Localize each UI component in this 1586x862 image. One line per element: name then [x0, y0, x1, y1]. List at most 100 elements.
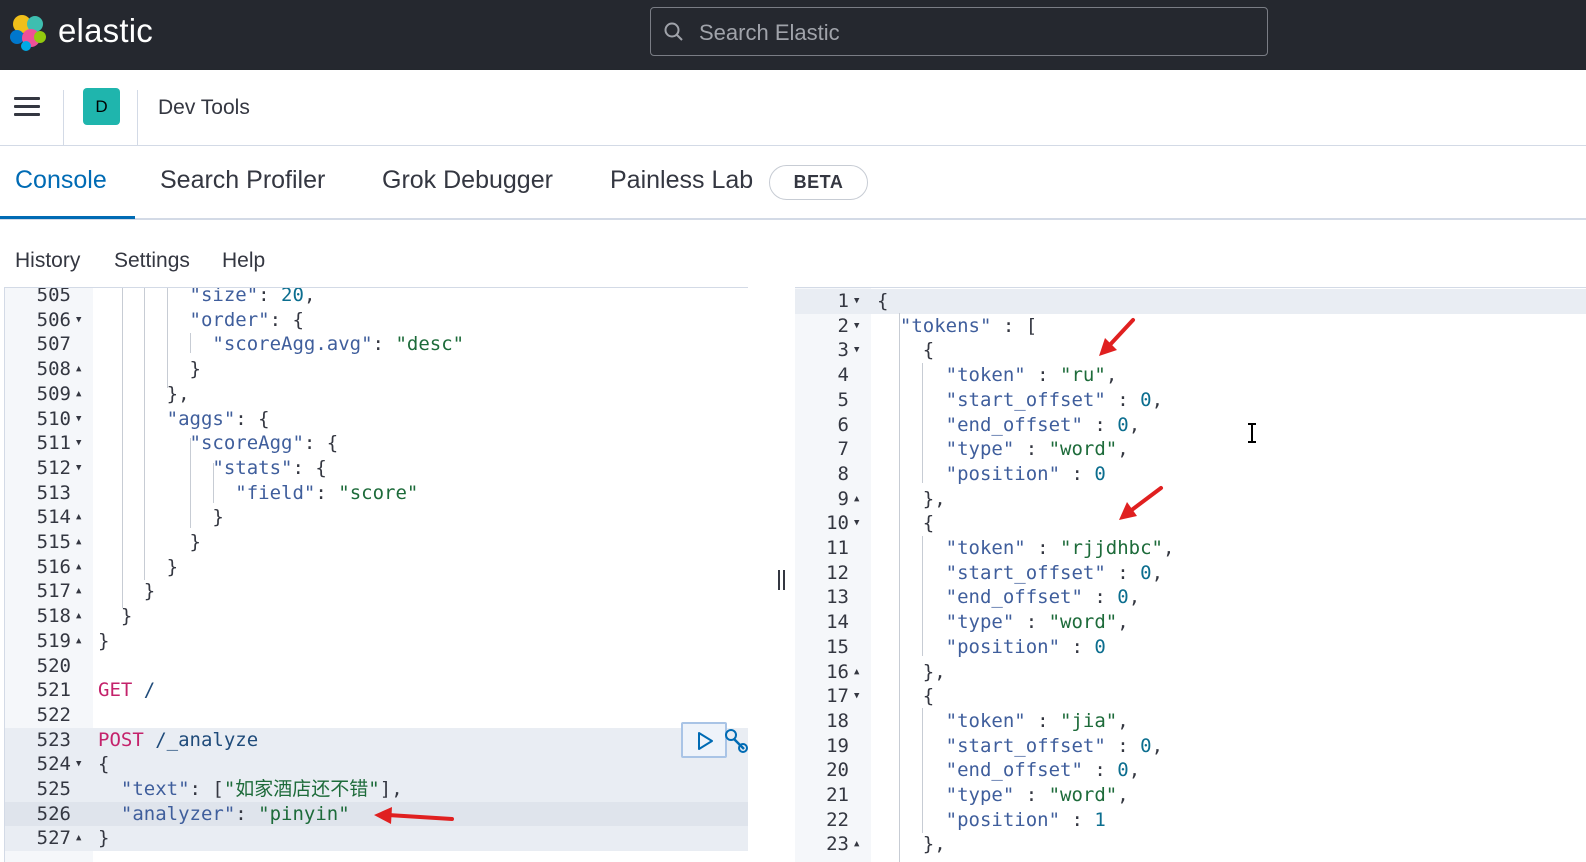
history-link[interactable]: History	[15, 249, 80, 273]
code-text: }	[98, 506, 224, 529]
line-number: 22	[826, 808, 849, 831]
indent-guide	[213, 463, 214, 503]
code-line: 521 GET /	[5, 678, 748, 703]
header-divider	[137, 90, 138, 146]
line-number: 516	[36, 555, 71, 578]
code-line: 514 ▲ }	[5, 505, 748, 530]
send-request-button[interactable]	[681, 722, 727, 758]
line-number: 514	[36, 506, 71, 529]
line-number: 9	[837, 487, 849, 510]
menu-hamburger-icon[interactable]	[14, 97, 40, 117]
code-text: },	[877, 833, 946, 856]
code-text: },	[877, 660, 946, 683]
code-line: 16 ▲ },	[795, 660, 1586, 685]
code-text: }	[98, 580, 156, 603]
fold-toggle-icon[interactable]: ▲	[76, 382, 81, 407]
code-line: 509 ▲ },	[5, 382, 748, 407]
code-text: "end_offset" : 0,	[945, 586, 1141, 609]
tab-painless-lab[interactable]: Painless Lab	[610, 166, 753, 195]
search-placeholder: Search Elastic	[699, 20, 840, 45]
fold-toggle-icon[interactable]: ▲	[76, 357, 81, 382]
code-line: 13 "end_offset" : 0,	[795, 585, 1586, 610]
fold-toggle-icon[interactable]: ▼	[854, 289, 859, 314]
play-icon	[698, 732, 713, 750]
tab-grok-debugger[interactable]: Grok Debugger	[382, 166, 553, 195]
line-number: 5	[837, 388, 849, 411]
indent-guide	[922, 536, 923, 656]
pane-resize-handle[interactable]	[777, 570, 787, 590]
line-number: 14	[826, 611, 849, 634]
code-line: 523 POST /_analyze	[5, 727, 748, 753]
fold-toggle-icon[interactable]: ▲	[76, 604, 81, 629]
code-line: 17 ▼ {	[795, 684, 1586, 709]
line-number: 13	[826, 586, 849, 609]
code-text: "analyzer": "pinyin"	[120, 802, 350, 825]
code-text: "start_offset" : 0,	[945, 388, 1164, 411]
fold-toggle-icon[interactable]: ▼	[76, 407, 81, 432]
line-number: 21	[826, 784, 849, 806]
global-search-input[interactable]: Search Elastic	[650, 7, 1268, 56]
request-editor[interactable]: 505 "size": 20, 506 ▼ "order": {507 "score…	[4, 287, 748, 862]
fold-toggle-icon[interactable]: ▲	[76, 555, 81, 580]
fold-toggle-icon[interactable]: ▼	[854, 338, 859, 363]
code-line: 511 ▼ "scoreAgg": {	[5, 431, 748, 456]
line-number: 515	[36, 531, 71, 553]
line-number: 15	[826, 635, 849, 658]
fold-toggle-icon[interactable]: ▲	[76, 826, 81, 851]
brand-name[interactable]: elastic	[58, 12, 153, 50]
fold-toggle-icon[interactable]: ▲	[854, 832, 859, 857]
code-line: 22 "position" : 1	[795, 808, 1586, 833]
fold-toggle-icon[interactable]: ▲	[76, 629, 81, 654]
fold-toggle-icon[interactable]: ▼	[76, 431, 81, 456]
code-text: }	[98, 629, 110, 652]
fold-toggle-icon[interactable]: ▼	[854, 511, 859, 536]
line-number: 16	[826, 660, 849, 683]
code-line: 515 ▲ }	[5, 530, 748, 555]
settings-link[interactable]: Settings	[114, 249, 190, 273]
fold-toggle-icon[interactable]: ▲	[854, 660, 859, 685]
code-text: {	[877, 290, 889, 312]
fold-toggle-icon[interactable]: ▲	[76, 530, 81, 555]
fold-toggle-icon[interactable]: ▲	[76, 579, 81, 604]
header-divider	[63, 90, 64, 146]
line-number: 12	[826, 561, 849, 584]
code-text: GET /	[98, 679, 156, 702]
help-link[interactable]: Help	[222, 249, 265, 273]
indent-guide	[122, 288, 123, 608]
indent-guide	[144, 288, 145, 580]
code-line: 7 "type" : "word",	[795, 437, 1586, 462]
code-text: {	[877, 685, 935, 708]
fold-toggle-icon[interactable]: ▼	[854, 684, 859, 709]
line-number: 509	[36, 382, 71, 405]
code-text: "type" : "word",	[945, 611, 1129, 634]
space-avatar[interactable]: D	[83, 88, 120, 125]
code-text: "start_offset" : 0,	[945, 734, 1164, 757]
code-text: {	[98, 753, 110, 776]
line-number: 511	[36, 432, 71, 455]
code-text: {	[877, 512, 935, 535]
code-line: 21 "type" : "word",	[795, 783, 1586, 808]
code-line: 5 "start_offset" : 0,	[795, 388, 1586, 413]
fold-toggle-icon[interactable]: ▼	[854, 314, 859, 339]
line-number: 505	[36, 287, 71, 306]
line-number: 11	[826, 537, 849, 559]
code-text: "type" : "word",	[945, 784, 1129, 806]
line-number: 518	[36, 605, 71, 628]
fold-toggle-icon[interactable]: ▼	[76, 308, 81, 333]
fold-toggle-icon[interactable]: ▼	[76, 752, 81, 777]
fold-toggle-icon[interactable]: ▲	[76, 505, 81, 530]
fold-toggle-icon[interactable]: ▼	[76, 456, 81, 481]
code-text: "end_offset" : 0,	[945, 759, 1141, 782]
code-text: {	[877, 339, 935, 362]
tab-console[interactable]: Console	[15, 166, 107, 195]
code-text: POST /_analyze	[98, 728, 259, 751]
elastic-logo-icon[interactable]	[8, 12, 48, 52]
code-line: 18 "token" : "jia",	[795, 709, 1586, 734]
code-line: 4 "token" : "ru",	[795, 363, 1586, 388]
code-text: "text": ["如家酒店还不错"],	[120, 778, 403, 800]
wrench-icon[interactable]	[722, 727, 750, 755]
active-tab-indicator	[0, 216, 135, 219]
fold-toggle-icon[interactable]: ▲	[854, 487, 859, 512]
code-line: 517 ▲ }	[5, 579, 748, 604]
tab-search-profiler[interactable]: Search Profiler	[160, 166, 325, 195]
